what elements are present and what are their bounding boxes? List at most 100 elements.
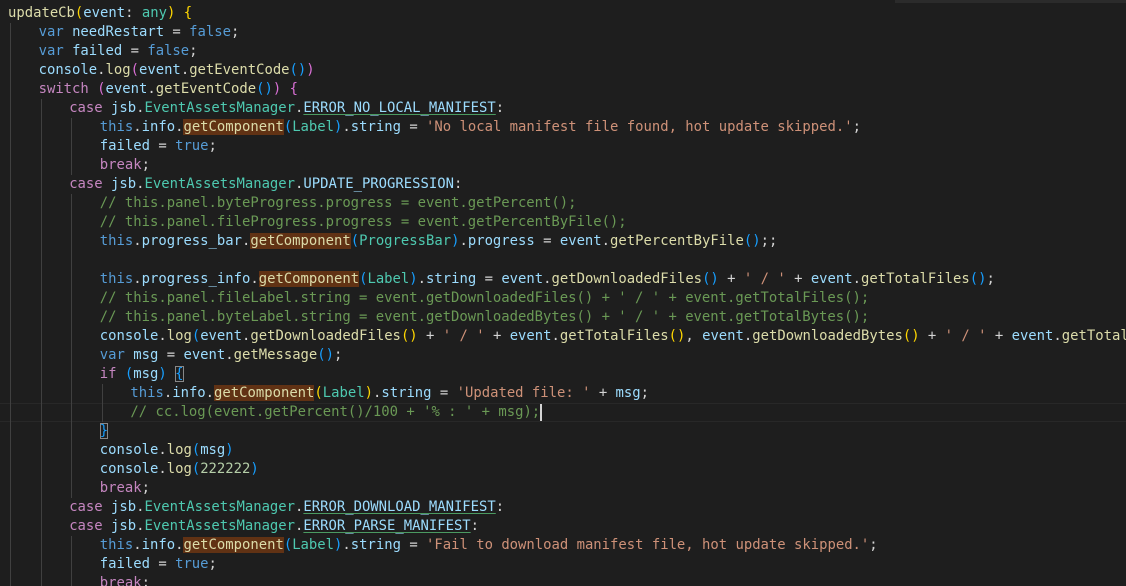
code-line[interactable]: // this.panel.fileLabel.string = event.g…	[100, 289, 869, 308]
code-token: ,	[685, 328, 703, 344]
code-line[interactable]: this.progress_info.getComponent(Label).s…	[100, 270, 995, 289]
code-token: .	[417, 271, 427, 287]
code-line[interactable]: case jsb.EventAssetsManager.ERROR_DOWNLO…	[69, 498, 504, 517]
code-line[interactable]: console.log(event.getEventCode())	[39, 61, 315, 80]
code-line[interactable]: break;	[100, 156, 150, 175]
code-token: jsb	[111, 176, 137, 192]
code-token: ()	[317, 347, 335, 363]
code-line[interactable]: case jsb.EventAssetsManager.ERROR_PARSE_…	[69, 517, 479, 536]
code-token: case	[69, 176, 103, 192]
code-token: var	[38, 43, 64, 59]
code-token: event	[559, 233, 602, 249]
text-cursor	[540, 403, 543, 421]
code-token: .	[147, 81, 156, 97]
code-token: 'Updated file: '	[456, 385, 591, 401]
code-token: log	[105, 62, 131, 78]
code-line[interactable]: // cc.log(event.getPercent()/100 + '% : …	[130, 403, 543, 422]
code-token: 'No local manifest file found, hot updat…	[426, 119, 853, 135]
code-token: =	[149, 138, 176, 154]
code-line[interactable]: // this.panel.byteLabel.string = event.g…	[100, 308, 869, 327]
indent-guide	[71, 536, 73, 586]
code-token: console	[38, 62, 98, 78]
code-line[interactable]: updateCb(event: any) {	[8, 4, 192, 23]
code-line[interactable]: }	[99, 422, 109, 441]
code-token: .	[205, 385, 215, 401]
code-token: :	[495, 499, 505, 515]
code-token: ;	[986, 271, 995, 287]
code-token: ()	[743, 233, 761, 249]
code-token: jsb	[111, 499, 137, 515]
code-token: EventAssetsManager	[144, 518, 296, 534]
code-token: (	[130, 62, 139, 78]
code-line[interactable]: console.log(222222)	[100, 460, 259, 479]
code-token: ;	[141, 575, 150, 586]
code-token: ()	[256, 81, 273, 97]
code-token: jsb	[111, 518, 137, 534]
code-token: EventAssetsManager	[144, 499, 296, 515]
code-token: var	[99, 347, 125, 363]
code-line[interactable]: // this.panel.byteProgress.progress = ev…	[100, 194, 577, 213]
code-line[interactable]: var needRestart = false;	[39, 23, 240, 42]
code-token: ' / '	[442, 328, 485, 344]
code-line[interactable]: switch (event.getEventCode()) {	[39, 80, 298, 99]
code-token: ;	[208, 138, 217, 154]
code-token: EventAssetsManager	[144, 100, 296, 116]
code-token: +	[785, 271, 811, 287]
code-token: .	[601, 233, 611, 249]
code-line[interactable]: case jsb.EventAssetsManager.UPDATE_PROGR…	[69, 175, 462, 194]
code-token: ERROR_DOWNLOAD_MANIFEST	[303, 499, 496, 515]
code-token: {	[183, 5, 193, 21]
code-line[interactable]: failed = true;	[100, 555, 217, 574]
code-token: true	[175, 556, 209, 572]
code-token: ' / '	[743, 271, 786, 287]
code-line[interactable]: // this.panel.fileProgress.progress = ev…	[100, 213, 627, 232]
code-line[interactable]: console.log(msg)	[100, 441, 234, 460]
editor-top-shadow	[895, 0, 1126, 3]
code-editor[interactable]: updateCb(event: any) {var needRestart = …	[0, 0, 1126, 586]
code-token: getComponent	[250, 233, 351, 249]
code-token: +	[417, 328, 443, 344]
code-token: ;	[852, 119, 861, 135]
code-line[interactable]: break;	[100, 574, 150, 586]
code-token: =	[534, 233, 560, 249]
code-token: var	[38, 24, 64, 40]
code-token: if	[99, 366, 117, 382]
code-line[interactable]: var failed = false;	[39, 42, 198, 61]
code-line[interactable]: case jsb.EventAssetsManager.ERROR_NO_LOC…	[69, 99, 504, 118]
code-line[interactable]: var msg = event.getMessage();	[100, 346, 343, 365]
code-token: )	[306, 62, 315, 78]
code-token: log	[166, 442, 192, 458]
code-token: event	[138, 62, 181, 78]
code-line[interactable]: failed = true;	[100, 137, 217, 156]
code-token: =	[400, 119, 427, 135]
code-token: break	[99, 575, 142, 586]
code-token: ()	[668, 328, 686, 344]
code-token: .	[163, 385, 173, 401]
code-token: ()	[702, 271, 719, 287]
code-token: ' / '	[944, 328, 987, 344]
code-token: .	[133, 271, 142, 287]
code-token: )	[250, 461, 259, 477]
code-token: getPercentByFile	[610, 233, 744, 249]
code-token: getMessage	[233, 347, 318, 363]
code-token: (	[97, 81, 106, 97]
code-line[interactable]: if (msg) {	[100, 365, 184, 384]
code-token: event	[702, 328, 744, 344]
code-line[interactable]: break;	[100, 479, 150, 498]
code-line[interactable]: this.info.getComponent(Label).string = '…	[100, 536, 878, 555]
code-token: .	[250, 271, 259, 287]
code-token: break	[99, 480, 142, 496]
code-line[interactable]: console.log(event.getDownloadedFiles() +…	[100, 327, 1126, 346]
code-line[interactable]: this.progress_bar.getComponent(ProgressB…	[100, 232, 777, 251]
code-token: Label	[322, 385, 365, 401]
code-line[interactable]: this.info.getComponent(Label).string = '…	[100, 118, 861, 137]
code-token: string	[426, 271, 477, 287]
code-token: (	[283, 537, 293, 553]
code-token: event	[810, 271, 853, 287]
code-token: ;	[869, 537, 878, 553]
code-token: .	[543, 271, 552, 287]
code-line[interactable]: this.info.getComponent(Label).string = '…	[130, 384, 649, 403]
